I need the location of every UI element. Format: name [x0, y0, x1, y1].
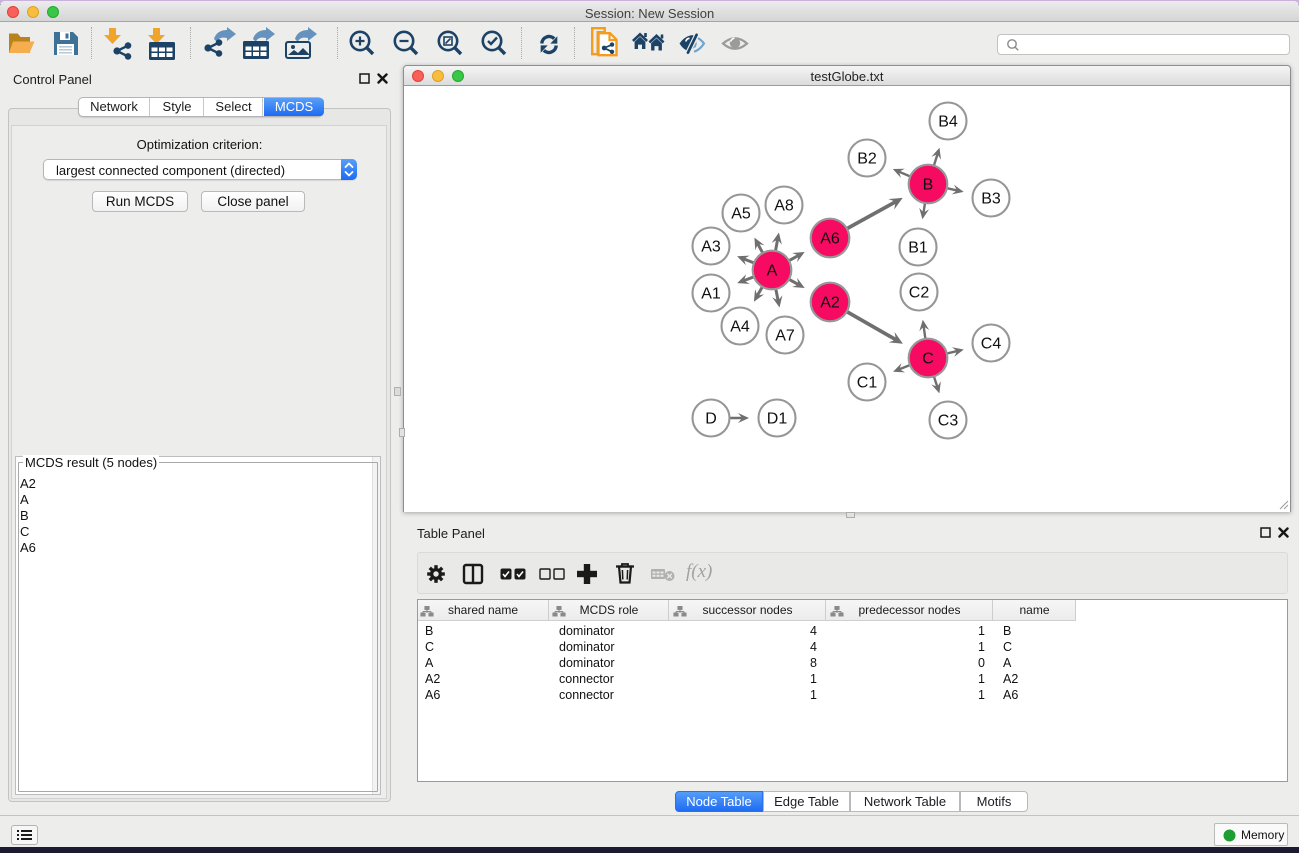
svg-text:C: C — [922, 351, 934, 368]
svg-text:D1: D1 — [767, 411, 788, 428]
svg-text:A1: A1 — [701, 286, 721, 303]
svg-text:B1: B1 — [908, 240, 928, 257]
svg-text:A7: A7 — [775, 328, 795, 345]
svg-text:C2: C2 — [909, 285, 930, 302]
svg-text:A3: A3 — [701, 239, 721, 256]
svg-text:A6: A6 — [820, 231, 840, 248]
svg-text:B4: B4 — [938, 114, 958, 131]
svg-text:B: B — [923, 177, 934, 194]
svg-text:A4: A4 — [730, 319, 750, 336]
svg-text:A8: A8 — [774, 198, 794, 215]
svg-text:B2: B2 — [857, 151, 877, 168]
svg-text:A: A — [767, 263, 778, 280]
svg-text:D: D — [705, 411, 717, 428]
svg-text:B3: B3 — [981, 191, 1001, 208]
svg-text:C4: C4 — [981, 336, 1002, 353]
svg-text:C3: C3 — [938, 413, 959, 430]
svg-text:A5: A5 — [731, 206, 751, 223]
svg-text:A2: A2 — [820, 295, 840, 312]
svg-text:C1: C1 — [857, 375, 878, 392]
